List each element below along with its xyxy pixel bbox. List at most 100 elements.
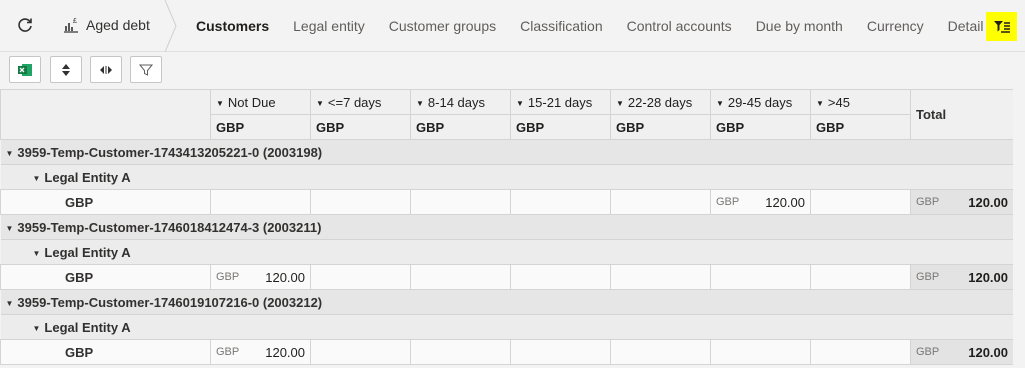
value-cell[interactable] xyxy=(710,339,811,365)
total-amount: 120.00 xyxy=(968,269,1008,285)
tab-legal-entity[interactable]: Legal entity xyxy=(281,18,377,34)
value-cell[interactable] xyxy=(210,189,311,215)
value-cell[interactable] xyxy=(610,189,711,215)
column-header[interactable]: ▼ Not Due xyxy=(210,89,311,115)
currency-header: GBP xyxy=(310,114,411,140)
chart-icon: £ xyxy=(64,18,78,33)
cell-amount: 120.00 xyxy=(265,269,305,285)
legal-entity-name: Legal Entity A xyxy=(44,244,131,260)
sort-arrow-icon: ▼ xyxy=(416,98,424,108)
right-margin xyxy=(1013,89,1025,368)
sort-arrow-icon: ▼ xyxy=(316,98,324,108)
value-cell[interactable] xyxy=(510,339,611,365)
column-header-label: 8-14 days xyxy=(427,94,486,110)
expand-collapse-icon[interactable] xyxy=(90,56,122,83)
column-header[interactable]: ▼ 8-14 days xyxy=(410,89,511,115)
column-header[interactable]: ▼ >45 xyxy=(810,89,911,115)
refresh-icon[interactable] xyxy=(14,14,36,36)
cell-currency: GBP xyxy=(216,346,240,358)
value-cell[interactable] xyxy=(410,189,511,215)
column-header[interactable]: ▼ 29-45 days xyxy=(710,89,811,115)
breadcrumb-divider xyxy=(164,0,177,52)
filter-icon[interactable] xyxy=(130,56,162,83)
column-header[interactable]: ▼ <=7 days xyxy=(310,89,411,115)
collapse-arrow-icon[interactable]: ▼ xyxy=(6,149,14,158)
tab-currency[interactable]: Currency xyxy=(855,18,936,34)
value-cell[interactable]: GBP 120.00 xyxy=(210,339,311,365)
legal-entity-row[interactable]: ▼ Legal Entity A xyxy=(0,239,1014,265)
sort-arrow-icon: ▼ xyxy=(716,98,724,108)
currency-header: GBP xyxy=(810,114,911,140)
total-amount: 120.00 xyxy=(968,344,1008,360)
value-cell[interactable] xyxy=(310,189,411,215)
total-cell[interactable]: GBP 120.00 xyxy=(910,189,1014,215)
value-cell[interactable] xyxy=(410,264,511,290)
column-header-label: <=7 days xyxy=(327,94,382,110)
value-cell[interactable] xyxy=(310,264,411,290)
cell-currency: GBP xyxy=(916,271,940,283)
table-row: GBP GBP 120.00 GBP 120.00 xyxy=(0,189,1014,215)
aged-debt-grid: ▼ Not Due ▼ <=7 days ▼ 8-14 days ▼ 15-21 days ▼ 2… xyxy=(0,89,1014,365)
tab-customer-groups[interactable]: Customer groups xyxy=(377,18,508,34)
column-header[interactable]: ▼ 22-28 days xyxy=(610,89,711,115)
filter-pane-icon[interactable] xyxy=(986,12,1017,41)
tab-control-accounts[interactable]: Control accounts xyxy=(615,18,744,34)
customer-group-cell: ▼ 3959-Temp-Customer-1743413205221-0 (200… xyxy=(0,139,1014,165)
collapse-arrow-icon[interactable]: ▼ xyxy=(33,249,41,258)
value-cell[interactable] xyxy=(510,264,611,290)
legal-entity-name: Legal Entity A xyxy=(44,319,131,335)
value-cell[interactable]: GBP 120.00 xyxy=(210,264,311,290)
value-cell[interactable] xyxy=(610,264,711,290)
collapse-arrow-icon[interactable]: ▼ xyxy=(6,299,14,308)
table-row: GBP GBP 120.00 GBP 120.00 xyxy=(0,339,1014,365)
value-cell[interactable] xyxy=(310,339,411,365)
currency-header: GBP xyxy=(510,114,611,140)
row-currency-label: GBP xyxy=(0,339,211,365)
tab-due-by-month[interactable]: Due by month xyxy=(744,18,855,34)
value-cell[interactable] xyxy=(810,264,911,290)
sort-icon[interactable] xyxy=(50,56,82,83)
legal-entity-row[interactable]: ▼ Legal Entity A xyxy=(0,164,1014,190)
customer-group-cell: ▼ 3959-Temp-Customer-1746019107216-0 (200… xyxy=(0,289,1014,315)
column-header-label: >45 xyxy=(827,94,850,110)
tab-customers[interactable]: Customers xyxy=(184,18,281,34)
cell-currency: GBP xyxy=(716,196,740,208)
legal-entity-cell: ▼ Legal Entity A xyxy=(0,164,1014,190)
customer-group-row[interactable]: ▼ 3959-Temp-Customer-1746019107216-0 (200… xyxy=(0,289,1014,315)
column-header[interactable]: ▼ 15-21 days xyxy=(510,89,611,115)
app-title-label: Aged debt xyxy=(86,17,150,33)
value-cell[interactable]: GBP 120.00 xyxy=(710,189,811,215)
column-header-label: 22-28 days xyxy=(627,94,693,110)
tab-classification[interactable]: Classification xyxy=(508,18,614,34)
cell-currency: GBP xyxy=(916,346,940,358)
customer-group-row[interactable]: ▼ 3959-Temp-Customer-1743413205221-0 (200… xyxy=(0,139,1014,165)
sort-arrow-icon: ▼ xyxy=(516,98,524,108)
total-cell[interactable]: GBP 120.00 xyxy=(910,339,1014,365)
column-header-label: 29-45 days xyxy=(727,94,793,110)
currency-header: GBP xyxy=(210,114,311,140)
currency-header: GBP xyxy=(710,114,811,140)
value-cell[interactable] xyxy=(410,339,511,365)
collapse-arrow-icon[interactable]: ▼ xyxy=(6,224,14,233)
app-title[interactable]: £ Aged debt xyxy=(62,16,150,34)
sort-arrow-icon: ▼ xyxy=(816,98,824,108)
value-cell[interactable] xyxy=(710,264,811,290)
value-cell[interactable] xyxy=(510,189,611,215)
total-cell[interactable]: GBP 120.00 xyxy=(910,264,1014,290)
customer-name: 3959-Temp-Customer-1743413205221-0 (2003… xyxy=(17,144,323,160)
legal-entity-cell: ▼ Legal Entity A xyxy=(0,239,1014,265)
collapse-arrow-icon[interactable]: ▼ xyxy=(33,174,41,183)
sort-arrow-icon: ▼ xyxy=(216,98,224,108)
row-currency-label: GBP xyxy=(0,189,211,215)
value-cell[interactable] xyxy=(810,189,911,215)
value-cell[interactable] xyxy=(610,339,711,365)
total-amount: 120.00 xyxy=(968,194,1008,210)
customer-group-row[interactable]: ▼ 3959-Temp-Customer-1746018412474-3 (200… xyxy=(0,214,1014,240)
cell-amount: 120.00 xyxy=(765,194,805,210)
value-cell[interactable] xyxy=(810,339,911,365)
collapse-arrow-icon[interactable]: ▼ xyxy=(33,324,41,333)
top-bar: £ Aged debt Customers Legal entity Custome… xyxy=(0,0,1025,52)
legal-entity-row[interactable]: ▼ Legal Entity A xyxy=(0,314,1014,340)
sort-arrow-icon: ▼ xyxy=(616,98,624,108)
excel-export-icon[interactable] xyxy=(9,56,41,83)
